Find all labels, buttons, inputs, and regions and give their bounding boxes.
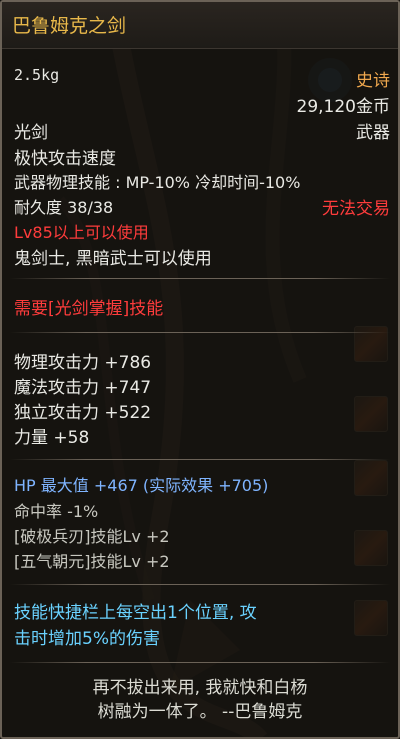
- item-type: 光剑: [14, 123, 48, 143]
- special-effect-line: 击时增加5%的伤害: [14, 629, 160, 649]
- item-tooltip: 巴鲁姆克之剑 2.5kg 史诗 29,120金币 光剑 武器 极快攻击速度 武器…: [0, 0, 400, 739]
- hp-bonus: HP 最大值 +467 (实际效果 +705): [14, 476, 269, 495]
- item-name: 巴鲁姆克之剑: [12, 15, 127, 37]
- hit-rate: 命中率 -1%: [14, 502, 99, 521]
- divider: [10, 278, 390, 279]
- skill-bonus: [破极兵刃]技能Lv +2: [14, 527, 170, 546]
- divider: [10, 662, 390, 663]
- stat-line: 物理攻击力 +786: [14, 353, 152, 373]
- class-requirement: 鬼剑士, 黑暗武士可以使用: [14, 249, 212, 269]
- skill-requirement: 需要[光剑掌握]技能: [14, 299, 164, 319]
- level-requirement: Lv85以上可以使用: [14, 223, 149, 242]
- stat-line: 独立攻击力 +522: [14, 403, 152, 423]
- trade-status: 无法交易: [322, 199, 390, 219]
- flavor-text: 再不拔出来用, 我就快和白杨 树融为一体了。 --巴鲁姆克: [10, 676, 390, 724]
- durability: 耐久度 38/38: [14, 198, 114, 217]
- divider: [10, 459, 390, 460]
- flavor-line: 再不拔出来用, 我就快和白杨: [92, 678, 308, 698]
- item-category: 武器: [356, 123, 390, 143]
- item-weight: 2.5kg: [14, 66, 60, 84]
- stat-line: 魔法攻击力 +747: [14, 378, 152, 398]
- special-effect-line: 技能快捷栏上每空出1个位置, 攻: [14, 603, 257, 623]
- flavor-line: 树融为一体了。 --巴鲁姆克: [97, 702, 303, 722]
- item-price: 29,120金币: [296, 97, 390, 117]
- divider: [10, 584, 390, 585]
- attack-speed: 极快攻击速度: [14, 149, 116, 169]
- stat-line: 力量 +58: [14, 428, 90, 448]
- weapon-skill-effect: 武器物理技能 : MP-10% 冷却时间-10%: [14, 173, 301, 192]
- item-rarity: 史诗: [356, 71, 390, 91]
- divider: [10, 332, 390, 333]
- skill-bonus: [五气朝元]技能Lv +2: [14, 552, 170, 571]
- tooltip-header: 巴鲁姆克之剑: [2, 2, 398, 49]
